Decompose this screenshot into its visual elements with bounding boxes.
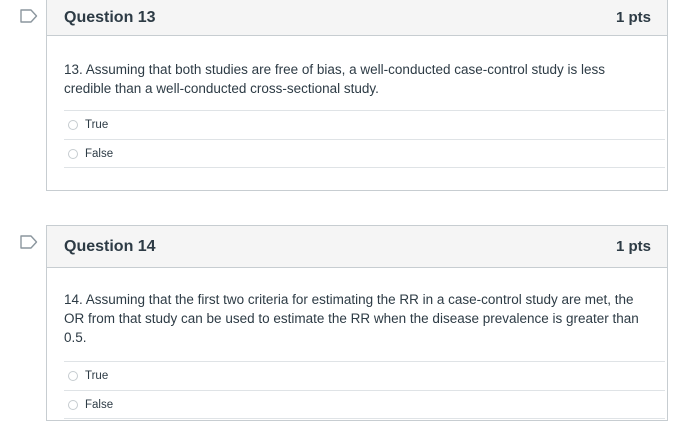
question-14-answers: True False [64,361,665,419]
question-13-card: Question 13 1 pts 13. Assuming that both… [46,0,668,191]
question-13-header: Question 13 1 pts [47,0,667,36]
question-14-answer-false[interactable]: False [64,390,665,419]
question-13-answer-true[interactable]: True [64,110,665,139]
radio-unselected-icon[interactable] [68,148,78,159]
flag-question-13-icon[interactable] [20,9,38,23]
quiz-page: Question 13 1 pts 13. Assuming that both… [0,0,700,434]
question-14-text: 14. Assuming that the first two criteria… [64,292,639,345]
answer-label-true[interactable]: True [85,370,108,382]
question-14-answer-true[interactable]: True [64,361,665,390]
flag-question-14-icon[interactable] [20,235,38,249]
question-13-text: 13. Assuming that both studies are free … [64,62,606,96]
question-13-answer-false[interactable]: False [64,139,665,168]
radio-unselected-icon[interactable] [68,120,78,130]
question-13-answers: True False [64,110,665,168]
question-13-title: Question 13 [64,8,156,26]
answer-label-true[interactable]: True [85,119,108,131]
question-13-points: 1 pts [615,9,651,26]
answer-label-false[interactable]: False [85,399,113,411]
answer-label-false[interactable]: False [85,148,113,160]
question-14-card: Question 14 1 pts 14. Assuming that the … [46,225,668,421]
question-14-points: 1 pts [615,238,651,255]
question-14-header: Question 14 1 pts [47,226,667,268]
question-14-title: Question 14 [64,237,156,255]
question-13-body: 13. Assuming that both studies are free … [47,36,667,168]
question-14-body: 14. Assuming that the first two criteria… [47,268,667,419]
radio-unselected-icon[interactable] [68,399,78,410]
radio-unselected-icon[interactable] [68,371,78,381]
